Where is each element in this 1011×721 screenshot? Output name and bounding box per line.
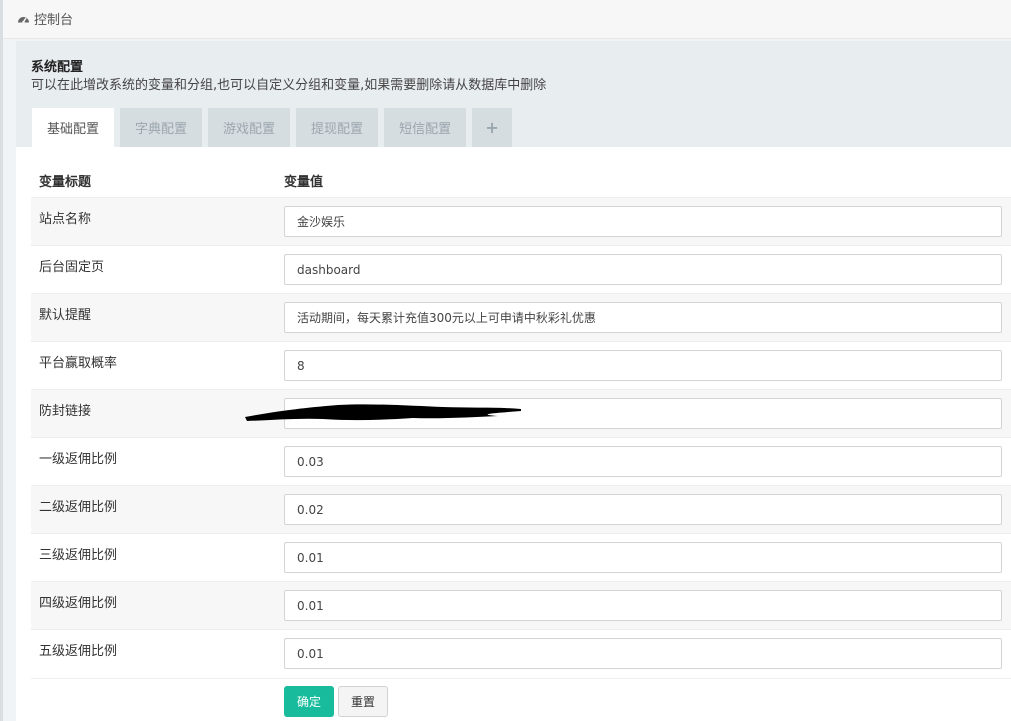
config-tabs: 基础配置 字典配置 游戏配置 提现配置 短信配置 + <box>32 108 518 147</box>
row-label: 一级返佣比例 <box>39 452 118 467</box>
row-label: 四级返佣比例 <box>39 596 118 611</box>
tab-game-config[interactable]: 游戏配置 <box>208 108 291 147</box>
table-row: 平台赢取概率 <box>31 341 1011 390</box>
reset-button[interactable]: 重置 <box>338 686 388 717</box>
level2-rebate-input[interactable] <box>284 494 1002 525</box>
fixed-page-input[interactable] <box>284 254 1002 285</box>
tab-withdraw-config[interactable]: 提现配置 <box>296 108 379 147</box>
tab-basic-config[interactable]: 基础配置 <box>32 108 115 147</box>
table-row: 五级返佣比例 <box>31 629 1011 679</box>
win-rate-input[interactable] <box>284 350 1002 381</box>
default-notice-input[interactable] <box>284 302 1002 333</box>
row-label: 平台赢取概率 <box>39 356 118 371</box>
redaction-scribble <box>245 404 521 421</box>
breadcrumb-label: 控制台 <box>34 13 74 28</box>
level1-rebate-input[interactable] <box>284 446 1002 477</box>
dashboard-icon <box>18 17 29 24</box>
confirm-button[interactable]: 确定 <box>284 686 334 717</box>
row-label: 二级返佣比例 <box>39 500 118 515</box>
table-row: 默认提醒 <box>31 293 1011 342</box>
site-name-input[interactable] <box>284 206 1002 237</box>
row-label: 后台固定页 <box>39 260 105 275</box>
panel-description: 可以在此增改系统的变量和分组,也可以自定义分组和变量,如果需要删除请从数据库中删… <box>31 78 547 93</box>
table-row: 站点名称 <box>31 197 1011 246</box>
table-row: 三级返佣比例 <box>31 533 1011 582</box>
panel-title: 系统配置 <box>31 60 84 75</box>
tab-sms-config[interactable]: 短信配置 <box>384 108 467 147</box>
table-header: 变量标题 变量值 <box>31 147 1011 198</box>
left-sidebar-edge <box>0 0 3 721</box>
config-table-panel: 变量标题 变量值 站点名称 后台固定页 默认提醒 平台赢取概率 防封链接 一级返… <box>16 147 1011 721</box>
table-row: 一级返佣比例 <box>31 437 1011 486</box>
level5-rebate-input[interactable] <box>284 638 1002 669</box>
breadcrumb[interactable]: 控制台 <box>17 9 73 28</box>
row-label: 防封链接 <box>39 404 92 419</box>
panel-header: 系统配置 可以在此增改系统的变量和分组,也可以自定义分组和变量,如果需要删除请从… <box>16 41 1011 147</box>
row-label: 站点名称 <box>39 212 92 227</box>
table-row: 二级返佣比例 <box>31 485 1011 534</box>
table-row: 后台固定页 <box>31 245 1011 294</box>
table-row: 四级返佣比例 <box>31 581 1011 630</box>
level3-rebate-input[interactable] <box>284 542 1002 573</box>
tab-dictionary-config[interactable]: 字典配置 <box>120 108 203 147</box>
row-label: 五级返佣比例 <box>39 644 118 659</box>
row-label: 默认提醒 <box>39 308 92 323</box>
header-variable-title: 变量标题 <box>39 175 92 190</box>
row-label: 三级返佣比例 <box>39 548 118 563</box>
level4-rebate-input[interactable] <box>284 590 1002 621</box>
top-bar: 控制台 <box>3 0 1011 39</box>
add-group-button[interactable]: + <box>472 108 513 147</box>
header-variable-value: 变量值 <box>284 175 324 190</box>
